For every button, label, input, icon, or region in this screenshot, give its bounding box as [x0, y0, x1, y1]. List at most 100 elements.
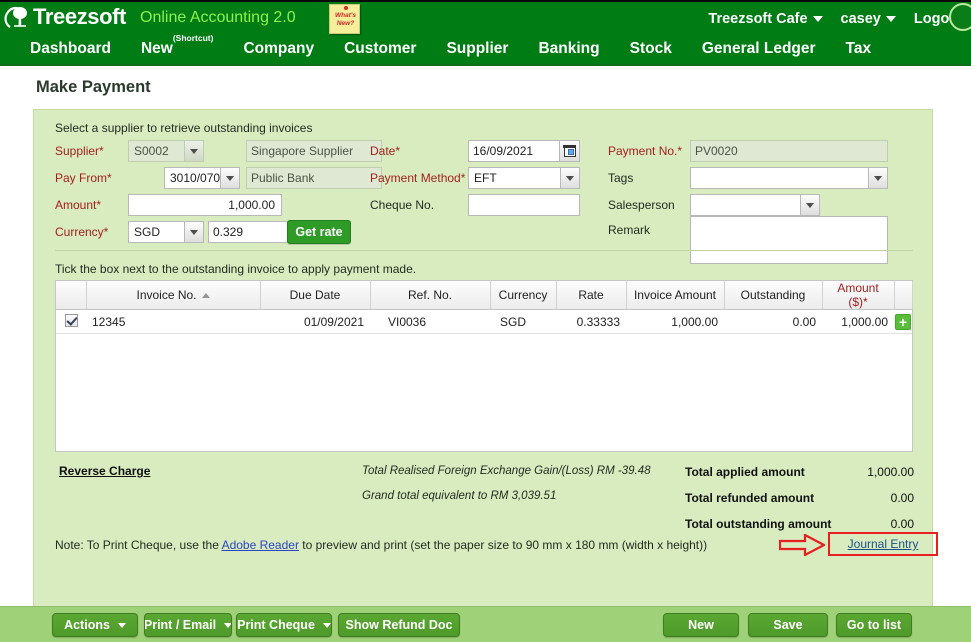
chevron-down-icon [117, 622, 126, 628]
total-outstanding-label: Total outstanding amount [685, 517, 832, 531]
salesperson-select[interactable] [690, 194, 820, 216]
brand-logo[interactable]: Treezsoft [4, 3, 126, 31]
journal-entry-highlight: Journal Entry [828, 532, 938, 556]
cheque-no-input[interactable] [468, 194, 580, 216]
print-email-button[interactable]: Print / Email [144, 613, 232, 637]
nav-item-supplier[interactable]: Supplier [446, 40, 508, 58]
chevron-down-icon [184, 222, 203, 242]
chevron-down-icon [885, 16, 896, 22]
cell-amount[interactable]: 1,000.00 [822, 309, 894, 334]
company-name: Treezsoft Cafe [708, 11, 808, 27]
nav-label: General Ledger [701, 40, 816, 57]
go-to-list-button[interactable]: Go to list [836, 613, 912, 637]
row-checkbox[interactable] [64, 313, 78, 327]
main-navigation: Dashboard New(Shortcut) Company Customer… [0, 33, 971, 66]
cell-add[interactable]: + [894, 309, 912, 334]
col-invoice-amount[interactable]: Invoice Amount [626, 281, 725, 310]
show-refund-doc-button[interactable]: Show Refund Doc [338, 613, 460, 637]
nav-label: New [140, 40, 173, 58]
total-outstanding-value: 0.00 [890, 517, 914, 531]
nav-label: Dashboard [30, 40, 111, 57]
nav-label: Company [243, 40, 315, 57]
calendar-picker-button[interactable] [560, 140, 580, 162]
cheque-no-label: Cheque No. [370, 198, 435, 212]
remark-textarea[interactable] [690, 216, 888, 264]
nav-item-stock[interactable]: Stock [630, 40, 672, 58]
col-currency[interactable]: Currency [490, 281, 557, 310]
page-title: Make Payment [36, 78, 151, 96]
nav-label: Customer [344, 40, 417, 57]
section-divider [55, 250, 913, 251]
user-menu[interactable]: casey [841, 11, 896, 27]
nav-item-general-ledger[interactable]: General Ledger [702, 40, 816, 58]
nav-item-company[interactable]: Company [243, 40, 314, 58]
cell-ref-no: VI0036 [370, 309, 490, 334]
col-amount[interactable]: Amount ($)* [822, 281, 895, 310]
save-button[interactable]: Save [748, 613, 828, 637]
whats-new-label: What's New? [334, 12, 357, 27]
chevron-down-icon [220, 168, 239, 188]
total-applied-value: 1,000.00 [867, 465, 914, 479]
pay-from-name-field: Public Bank [246, 167, 382, 189]
remark-label: Remark [608, 223, 651, 237]
note-text-before: Note: To Print Cheque, use the [55, 538, 222, 552]
app-header: Treezsoft Online Accounting 2.0 What's N… [0, 0, 971, 34]
journal-entry-link[interactable]: Journal Entry [848, 537, 919, 551]
supplier-code-select[interactable]: S0002 [128, 140, 204, 162]
col-outstanding[interactable]: Outstanding [724, 281, 823, 310]
tree-logo-icon [4, 3, 32, 31]
pay-from-select[interactable]: 3010/070 [164, 167, 240, 189]
cell-rate: 0.33333 [556, 309, 626, 334]
col-ref-no[interactable]: Ref. No. [370, 281, 491, 310]
pay-from-code-value: 3010/070 [170, 171, 220, 185]
amount-label: Amount* [55, 198, 102, 212]
reverse-charge-link[interactable]: Reverse Charge [59, 464, 150, 478]
payment-method-select[interactable]: EFT [468, 167, 580, 189]
tags-label: Tags [608, 171, 634, 185]
actions-button[interactable]: Actions [52, 613, 138, 637]
payment-no-label: Payment No.* [608, 144, 683, 158]
new-button[interactable]: New [663, 613, 739, 637]
nav-item-new[interactable]: New(Shortcut) [140, 33, 213, 58]
nav-item-tax[interactable]: Tax [846, 40, 872, 58]
date-label: Date* [370, 144, 401, 158]
nav-label: Tax [845, 40, 872, 57]
add-row-icon[interactable]: + [895, 313, 911, 330]
print-cheque-button[interactable]: Print Cheque [236, 613, 332, 637]
pin-icon [344, 6, 348, 10]
nav-label: Banking [538, 40, 600, 57]
col-invoice-no[interactable]: Invoice No. [86, 281, 261, 310]
avatar[interactable] [949, 3, 971, 31]
company-switcher[interactable]: Treezsoft Cafe [708, 11, 823, 27]
total-applied-label: Total applied amount [685, 465, 805, 479]
currency-select[interactable]: SGD [128, 221, 204, 243]
row-checkbox-cell[interactable] [56, 309, 86, 334]
whats-new-note[interactable]: What's New? [329, 4, 360, 34]
nav-item-dashboard[interactable]: Dashboard [30, 40, 111, 58]
exchange-rate-input[interactable]: 0.329 [208, 221, 288, 243]
amount-input[interactable]: 1,000.00 [128, 194, 282, 216]
cell-currency: SGD [490, 309, 556, 334]
print-email-label: Print / Email [144, 618, 217, 632]
supplier-name-field: Singapore Supplier [246, 140, 382, 162]
tags-select[interactable] [690, 167, 888, 189]
payment-no-field: PV0020 [690, 140, 888, 162]
actions-label: Actions [64, 618, 110, 632]
payment-method-value: EFT [474, 171, 497, 185]
table-row[interactable]: 12345 01/09/2021 VI0036 SGD 0.33333 1,00… [56, 309, 912, 334]
nav-item-customer[interactable]: Customer [344, 40, 416, 58]
nav-label: Supplier [446, 40, 509, 57]
chevron-down-icon [812, 16, 823, 22]
col-action [894, 281, 913, 310]
col-due-date[interactable]: Due Date [260, 281, 371, 310]
total-refunded-label: Total refunded amount [685, 491, 815, 505]
date-input[interactable]: 16/09/2021 [468, 140, 560, 162]
form-hint: Select a supplier to retrieve outstandin… [55, 121, 313, 135]
adobe-reader-link[interactable]: Adobe Reader [222, 538, 299, 552]
get-rate-button[interactable]: Get rate [287, 220, 351, 244]
brand-name: Treezsoft [33, 4, 126, 29]
col-rate[interactable]: Rate [556, 281, 627, 310]
chevron-down-icon [868, 168, 887, 188]
grand-total-text: Grand total equivalent to RM 3,039.51 [362, 490, 557, 502]
nav-item-banking[interactable]: Banking [538, 40, 599, 58]
